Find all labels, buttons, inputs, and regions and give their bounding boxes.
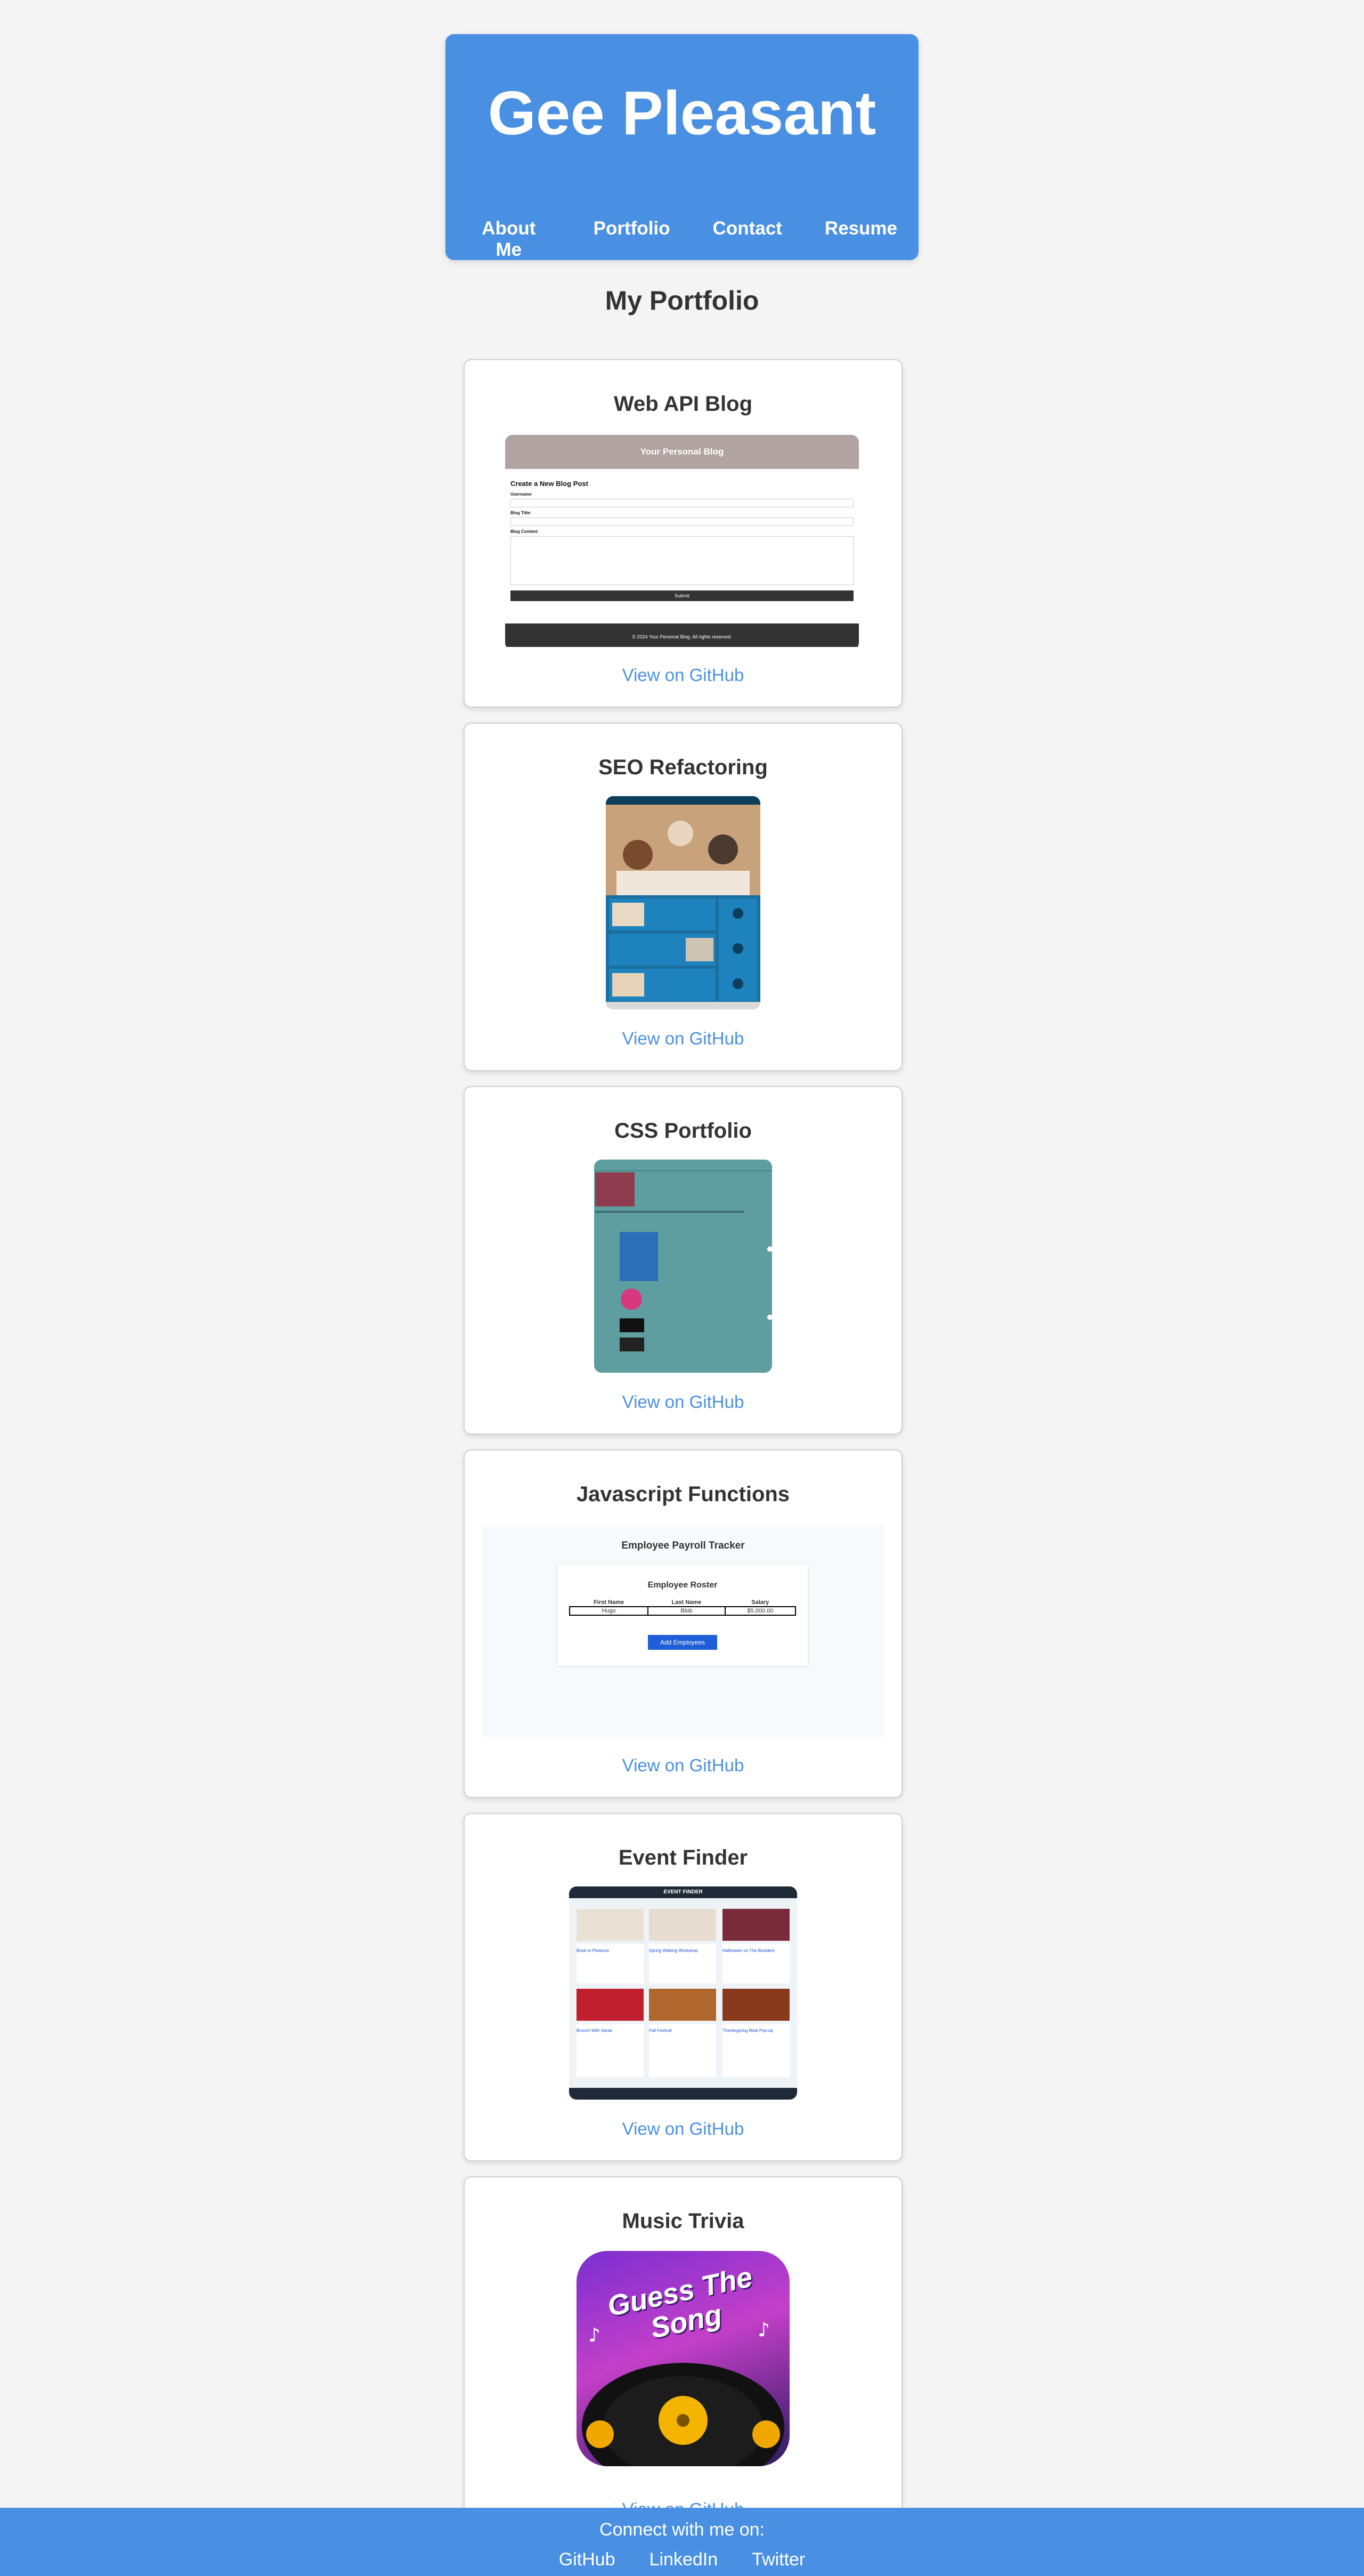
project-screenshot: [594, 1160, 772, 1373]
project-card-seo-refactoring: SEO Refactoring View on GitHub: [464, 723, 903, 1071]
seo-preview-graphic: [606, 796, 760, 1009]
github-link[interactable]: View on GitHub: [465, 1028, 902, 1049]
project-card-javascript-functions: Javascript Functions Employee Payroll Tr…: [464, 1449, 903, 1798]
project-title: Music Trivia: [622, 2209, 744, 2233]
project-card-event-finder: Event Finder EVENT FINDER Book to Pleasu…: [464, 1813, 903, 2161]
event-title: Halloween on The Boulders: [722, 1948, 775, 1953]
svg-text:♪: ♪: [758, 2319, 770, 2341]
blog-field-label: Blog Content:: [510, 529, 539, 534]
site-title: Gee Pleasant: [488, 78, 876, 148]
event-title: Brunch With Santa: [577, 2028, 612, 2033]
footer-link-twitter[interactable]: Twitter: [752, 2549, 805, 2570]
github-link[interactable]: View on GitHub: [465, 665, 902, 685]
payroll-cell: Hugo: [569, 1606, 649, 1616]
nav-portfolio[interactable]: Portfolio: [594, 218, 670, 261]
blog-field-label: Blog Title:: [510, 511, 531, 515]
footer-link-linkedin[interactable]: LinkedIn: [649, 2549, 718, 2570]
nav-resume[interactable]: Resume: [825, 218, 897, 261]
site-footer: Connect with me on: GitHub LinkedIn Twit…: [0, 2508, 1364, 2576]
site-header: Gee Pleasant About Me Portfolio Contact …: [445, 34, 919, 260]
add-employees-button: Add Employees: [648, 1635, 717, 1650]
payroll-col-header: First Name: [570, 1599, 648, 1607]
blog-form-title: Create a New Blog Post: [510, 480, 588, 488]
project-title: SEO Refactoring: [598, 756, 768, 779]
project-card-css-portfolio: CSS Portfolio View on GitHub: [464, 1086, 903, 1435]
blog-field-textarea: [510, 536, 854, 585]
payroll-table-title: Employee Roster: [647, 1581, 718, 1590]
main-nav: About Me Portfolio Contact Resume: [445, 218, 919, 261]
project-card-web-api-blog: Web API Blog Your Personal Blog Create a…: [464, 359, 903, 708]
event-finder-topbar: EVENT FINDER: [569, 1886, 797, 1898]
blog-field-input: [510, 499, 854, 507]
blog-preview-banner: Your Personal Blog: [505, 435, 859, 469]
blog-preview-form: Create a New Blog Post Username: Blog Ti…: [505, 469, 859, 623]
connect-text: Connect with me on:: [599, 2520, 765, 2540]
github-link[interactable]: View on GitHub: [465, 2119, 902, 2139]
event-title: Fall Festival: [649, 2028, 672, 2033]
github-link[interactable]: View on GitHub: [465, 1755, 902, 1776]
project-screenshot: ♪ ♪ Guess The Song: [577, 2251, 790, 2466]
payroll-app-title: Employee Payroll Tracker: [621, 1540, 745, 1551]
event-finder-footer: [569, 2088, 797, 2100]
event-title: Book to Pleasure: [577, 1948, 609, 1953]
payroll-col-header: Last Name: [648, 1599, 725, 1607]
project-title: Web API Blog: [614, 392, 752, 416]
event-grid-graphic: [577, 1909, 790, 2077]
github-link[interactable]: View on GitHub: [465, 1392, 902, 1412]
project-screenshot: EVENT FINDER Book to Pleasure Spring Wal…: [569, 1886, 797, 2100]
payroll-table: First Name Last Name Salary Hugo Blob $5…: [569, 1599, 797, 1616]
project-card-music-trivia: Music Trivia ♪ ♪ Guess The Song View on …: [464, 2176, 903, 2525]
payroll-card: Employee Roster First Name Last Name Sal…: [557, 1565, 808, 1666]
project-title: Javascript Functions: [576, 1483, 790, 1506]
project-screenshot: Employee Payroll Tracker Employee Roster…: [483, 1525, 883, 1737]
payroll-col-header: Salary: [725, 1599, 795, 1607]
event-title: Thanksgiving Meal Pop-up: [722, 2028, 773, 2033]
social-links: GitHub LinkedIn Twitter: [0, 2549, 1364, 2570]
footer-link-github[interactable]: GitHub: [559, 2549, 615, 2570]
project-title: Event Finder: [618, 1846, 748, 1869]
blog-submit: Submit: [510, 590, 854, 601]
blog-field-label: Username:: [510, 492, 533, 497]
project-screenshot: [606, 796, 760, 1009]
project-title: CSS Portfolio: [614, 1119, 752, 1143]
nav-about-me[interactable]: About Me: [467, 218, 551, 261]
portfolio-heading: My Portfolio: [605, 286, 759, 315]
nav-contact[interactable]: Contact: [713, 218, 782, 261]
blog-preview-footer: © 2024 Your Personal Blog. All rights re…: [505, 623, 859, 647]
payroll-cell: $5,000.00: [724, 1606, 797, 1616]
event-title: Spring Walking Workshop: [649, 1948, 698, 1953]
css-portfolio-preview-graphic: [594, 1170, 772, 1351]
blog-field-input: [510, 517, 854, 526]
payroll-cell: Blob: [647, 1606, 726, 1616]
project-screenshot: Your Personal Blog Create a New Blog Pos…: [505, 435, 859, 647]
